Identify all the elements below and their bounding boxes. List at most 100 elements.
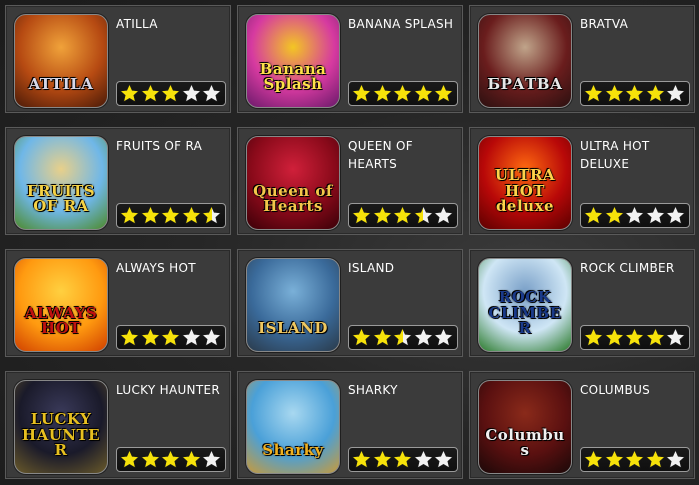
star-filled-icon: [181, 205, 202, 226]
star-filled-icon: [604, 205, 625, 226]
star-filled-icon: [392, 449, 413, 470]
thumbnail-logo-text: Banana Splash: [259, 59, 327, 94]
game-card-lucky-haunter[interactable]: LUCKY HAUNTER LUCKY HAUNTER: [5, 371, 231, 479]
star-filled-icon: [351, 327, 372, 348]
star-filled-icon: [624, 327, 645, 348]
star-filled-icon: [160, 327, 181, 348]
game-card-rock-climber[interactable]: ROCK CLIMBER ROCK CLIMBER: [469, 249, 695, 357]
game-card-atilla[interactable]: ATTILA ATILLA: [5, 5, 231, 113]
thumbnail-logo-text: Columbus: [485, 425, 565, 460]
banana-splash-thumbnail[interactable]: Banana Splash: [246, 14, 340, 108]
rock-climber-thumbnail[interactable]: ROCK CLIMBER: [478, 258, 572, 352]
star-filled-icon: [372, 327, 393, 348]
star-filled-icon: [583, 449, 604, 470]
game-title[interactable]: ISLAND: [348, 259, 460, 277]
star-rating: [116, 325, 226, 350]
star-half-icon: [392, 327, 413, 348]
game-card-island[interactable]: ISLAND ISLAND: [237, 249, 463, 357]
game-card-banana-splash[interactable]: Banana Splash BANANA SPLASH: [237, 5, 463, 113]
star-empty-icon: [201, 83, 222, 104]
game-title[interactable]: COLUMBUS: [580, 381, 692, 399]
star-filled-icon: [604, 327, 625, 348]
game-title[interactable]: SHARKY: [348, 381, 460, 399]
star-filled-icon: [119, 83, 140, 104]
thumbnail-logo-text: ATTILA: [28, 75, 94, 94]
game-card-bratva[interactable]: БРАТВА BRATVA: [469, 5, 695, 113]
star-filled-icon: [140, 449, 161, 470]
star-filled-icon: [351, 205, 372, 226]
star-empty-icon: [181, 83, 202, 104]
game-title[interactable]: BANANA SPLASH: [348, 15, 460, 33]
star-filled-icon: [624, 449, 645, 470]
star-empty-icon: [181, 327, 202, 348]
star-filled-icon: [119, 449, 140, 470]
star-filled-icon: [372, 83, 393, 104]
game-card-fruits-of-ra[interactable]: FRUITS OF RA FRUITS OF RA: [5, 127, 231, 235]
game-card-columbus[interactable]: Columbus COLUMBUS: [469, 371, 695, 479]
game-title[interactable]: ROCK CLIMBER: [580, 259, 692, 277]
star-rating: [348, 81, 458, 106]
star-filled-icon: [140, 205, 161, 226]
game-card-queen-of-hearts[interactable]: Queen of Hearts QUEEN OF HEARTS: [237, 127, 463, 235]
star-empty-icon: [433, 205, 454, 226]
star-empty-icon: [413, 327, 434, 348]
star-rating: [348, 325, 458, 350]
always-hot-thumbnail[interactable]: ALWAYS HOT: [14, 258, 108, 352]
star-filled-icon: [351, 83, 372, 104]
star-empty-icon: [665, 205, 686, 226]
game-card-sharky[interactable]: Sharky SHARKY: [237, 371, 463, 479]
star-filled-icon: [583, 83, 604, 104]
star-empty-icon: [624, 205, 645, 226]
star-empty-icon: [433, 327, 454, 348]
game-grid: ATTILA ATILLA Banana Splash BANANA SPLAS…: [0, 0, 699, 485]
ultra-hot-deluxe-thumbnail[interactable]: ULTRA HOT deluxe: [478, 136, 572, 230]
star-filled-icon: [119, 327, 140, 348]
star-filled-icon: [583, 205, 604, 226]
star-empty-icon: [201, 327, 222, 348]
thumbnail-logo-text: ALWAYS HOT: [24, 303, 98, 338]
star-rating: [580, 203, 690, 228]
star-filled-icon: [624, 83, 645, 104]
game-title[interactable]: QUEEN OF HEARTS: [348, 137, 460, 173]
game-title[interactable]: ATILLA: [116, 15, 228, 33]
star-rating: [116, 203, 226, 228]
lucky-haunter-thumbnail[interactable]: LUCKY HAUNTER: [14, 380, 108, 474]
star-filled-icon: [140, 327, 161, 348]
game-title[interactable]: BRATVA: [580, 15, 692, 33]
fruits-of-ra-thumbnail[interactable]: FRUITS OF RA: [14, 136, 108, 230]
game-title[interactable]: ULTRA HOT DELUXE: [580, 137, 692, 173]
star-filled-icon: [372, 205, 393, 226]
island-thumbnail[interactable]: ISLAND: [246, 258, 340, 352]
star-rating: [116, 81, 226, 106]
star-filled-icon: [160, 83, 181, 104]
star-filled-icon: [392, 83, 413, 104]
star-empty-icon: [665, 327, 686, 348]
star-empty-icon: [413, 449, 434, 470]
thumbnail-logo-text: ROCK CLIMBER: [488, 287, 562, 338]
columbus-thumbnail[interactable]: Columbus: [478, 380, 572, 474]
star-rating: [580, 325, 690, 350]
game-title[interactable]: FRUITS OF RA: [116, 137, 228, 155]
star-filled-icon: [372, 449, 393, 470]
star-rating: [580, 447, 690, 472]
star-filled-icon: [119, 205, 140, 226]
star-filled-icon: [160, 449, 181, 470]
attila-thumbnail[interactable]: ATTILA: [14, 14, 108, 108]
bratva-thumbnail[interactable]: БРАТВА: [478, 14, 572, 108]
star-half-icon: [201, 205, 222, 226]
queen-of-hearts-thumbnail[interactable]: Queen of Hearts: [246, 136, 340, 230]
star-half-icon: [413, 205, 434, 226]
star-filled-icon: [645, 449, 666, 470]
game-title[interactable]: ALWAYS HOT: [116, 259, 228, 277]
game-card-ultra-hot-deluxe[interactable]: ULTRA HOT deluxe ULTRA HOT DELUXE: [469, 127, 695, 235]
star-empty-icon: [665, 83, 686, 104]
star-filled-icon: [351, 449, 372, 470]
star-filled-icon: [160, 205, 181, 226]
game-card-always-hot[interactable]: ALWAYS HOT ALWAYS HOT: [5, 249, 231, 357]
thumbnail-logo-text: ULTRA HOT deluxe: [494, 165, 556, 216]
sharky-thumbnail[interactable]: Sharky: [246, 380, 340, 474]
star-filled-icon: [392, 205, 413, 226]
thumbnail-logo-text: FRUITS OF RA: [26, 181, 96, 216]
star-rating: [348, 447, 458, 472]
game-title[interactable]: LUCKY HAUNTER: [116, 381, 228, 399]
